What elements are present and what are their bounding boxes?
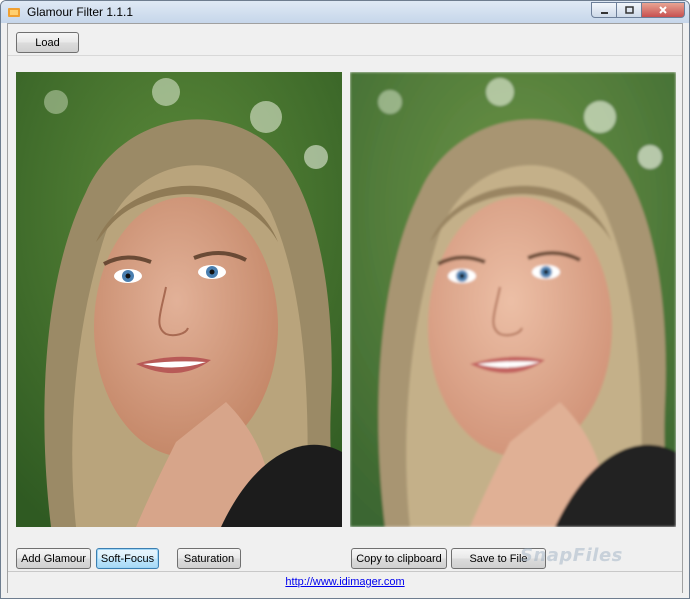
client-area: Load Add Glamour Soft-Focus Saturation C… bbox=[7, 23, 683, 593]
original-photo bbox=[16, 72, 342, 527]
close-button[interactable] bbox=[642, 2, 685, 18]
minimize-icon bbox=[600, 11, 608, 14]
app-icon bbox=[8, 8, 20, 17]
close-icon bbox=[659, 6, 667, 14]
load-button[interactable]: Load bbox=[16, 32, 79, 53]
copy-to-clipboard-button[interactable]: Copy to clipboard bbox=[351, 548, 447, 569]
filtered-photo bbox=[350, 72, 676, 527]
minimize-button[interactable] bbox=[591, 2, 617, 18]
app-window: Glamour Filter 1.1.1 Load Add Glamour So… bbox=[0, 0, 690, 599]
window-title: Glamour Filter 1.1.1 bbox=[27, 5, 134, 19]
maximize-icon bbox=[624, 5, 634, 14]
saturation-button[interactable]: Saturation bbox=[177, 548, 241, 569]
status-bar: http://www.idimager.com bbox=[8, 571, 682, 593]
maximize-button[interactable] bbox=[617, 2, 642, 18]
toolbar-separator bbox=[8, 55, 682, 56]
portrait-image bbox=[16, 72, 342, 527]
window-controls bbox=[591, 2, 685, 19]
add-glamour-button[interactable]: Add Glamour bbox=[16, 548, 91, 569]
website-link[interactable]: http://www.idimager.com bbox=[8, 576, 682, 588]
soft-focus-button[interactable]: Soft-Focus bbox=[96, 548, 159, 569]
snapfiles-watermark: SnapFiles bbox=[520, 545, 623, 566]
title-bar[interactable]: Glamour Filter 1.1.1 bbox=[1, 1, 689, 23]
portrait-image-glamour bbox=[350, 72, 676, 527]
